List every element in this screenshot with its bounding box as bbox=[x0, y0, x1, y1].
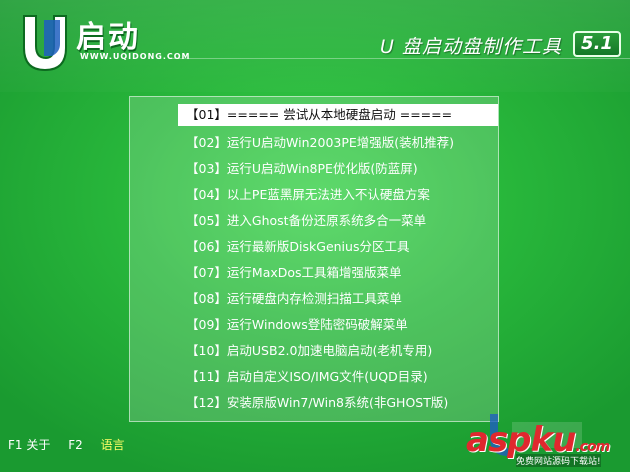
menu-item-01[interactable]: 【01】===== 尝试从本地硬盘启动 ===== bbox=[178, 104, 498, 126]
boot-menu: 【01】===== 尝试从本地硬盘启动 ===== 【02】运行U启动Win20… bbox=[129, 96, 499, 422]
app-logo: 启动 WWW.UQIDONG.COM bbox=[14, 10, 190, 72]
u-logo-icon bbox=[23, 15, 67, 72]
menu-item-10[interactable]: 【10】启动USB2.0加速电脑启动(老机专用) bbox=[182, 340, 432, 362]
menu-item-04[interactable]: 【04】以上PE蓝黑屏无法进入不认硬盘方案 bbox=[182, 184, 430, 206]
menu-item-05[interactable]: 【05】进入Ghost备份还原系统多合一菜单 bbox=[182, 210, 426, 232]
menu-item-07[interactable]: 【07】运行MaxDos工具箱增强版菜单 bbox=[182, 262, 402, 284]
f2-language-key[interactable]: F2 语言 bbox=[68, 438, 138, 452]
boot-screen: 启动 WWW.UQIDONG.COM U 盘启动盘制作工具 5.1 【01】==… bbox=[0, 0, 630, 472]
menu-item-03[interactable]: 【03】运行U启动Win8PE优化版(防蓝屏) bbox=[182, 158, 418, 180]
menu-item-11[interactable]: 【11】启动自定义ISO/IMG文件(UQD目录) bbox=[182, 366, 428, 388]
logo-text: 启动 bbox=[76, 20, 140, 55]
f2-language-label: 语言 bbox=[100, 438, 125, 452]
menu-item-08[interactable]: 【08】运行硬盘内存检测扫描工具菜单 bbox=[182, 288, 402, 310]
watermark-subtitle: 免费网站源码下载站! bbox=[516, 454, 601, 467]
footer-hotkeys: F1 关于 F2 语言 bbox=[8, 436, 153, 453]
menu-item-12[interactable]: 【12】安装原版Win7/Win8系统(非GHOST版) bbox=[182, 392, 448, 414]
f1-about-key[interactable]: F1 关于 bbox=[8, 438, 50, 452]
watermark-domain: .com bbox=[575, 439, 610, 455]
f2-key-label: F2 bbox=[68, 438, 83, 452]
menu-item-02[interactable]: 【02】运行U启动Win2003PE增强版(装机推荐) bbox=[182, 132, 454, 154]
logo-url: WWW.UQIDONG.COM bbox=[80, 52, 191, 61]
version-badge: 5.1 bbox=[573, 31, 621, 57]
site-watermark: aspku.com 免费网站源码下载站! bbox=[466, 418, 626, 468]
app-title: U 盘启动盘制作工具 bbox=[380, 36, 562, 58]
menu-item-06[interactable]: 【06】运行最新版DiskGenius分区工具 bbox=[182, 236, 409, 258]
menu-item-09[interactable]: 【09】运行Windows登陆密码破解菜单 bbox=[182, 314, 408, 336]
